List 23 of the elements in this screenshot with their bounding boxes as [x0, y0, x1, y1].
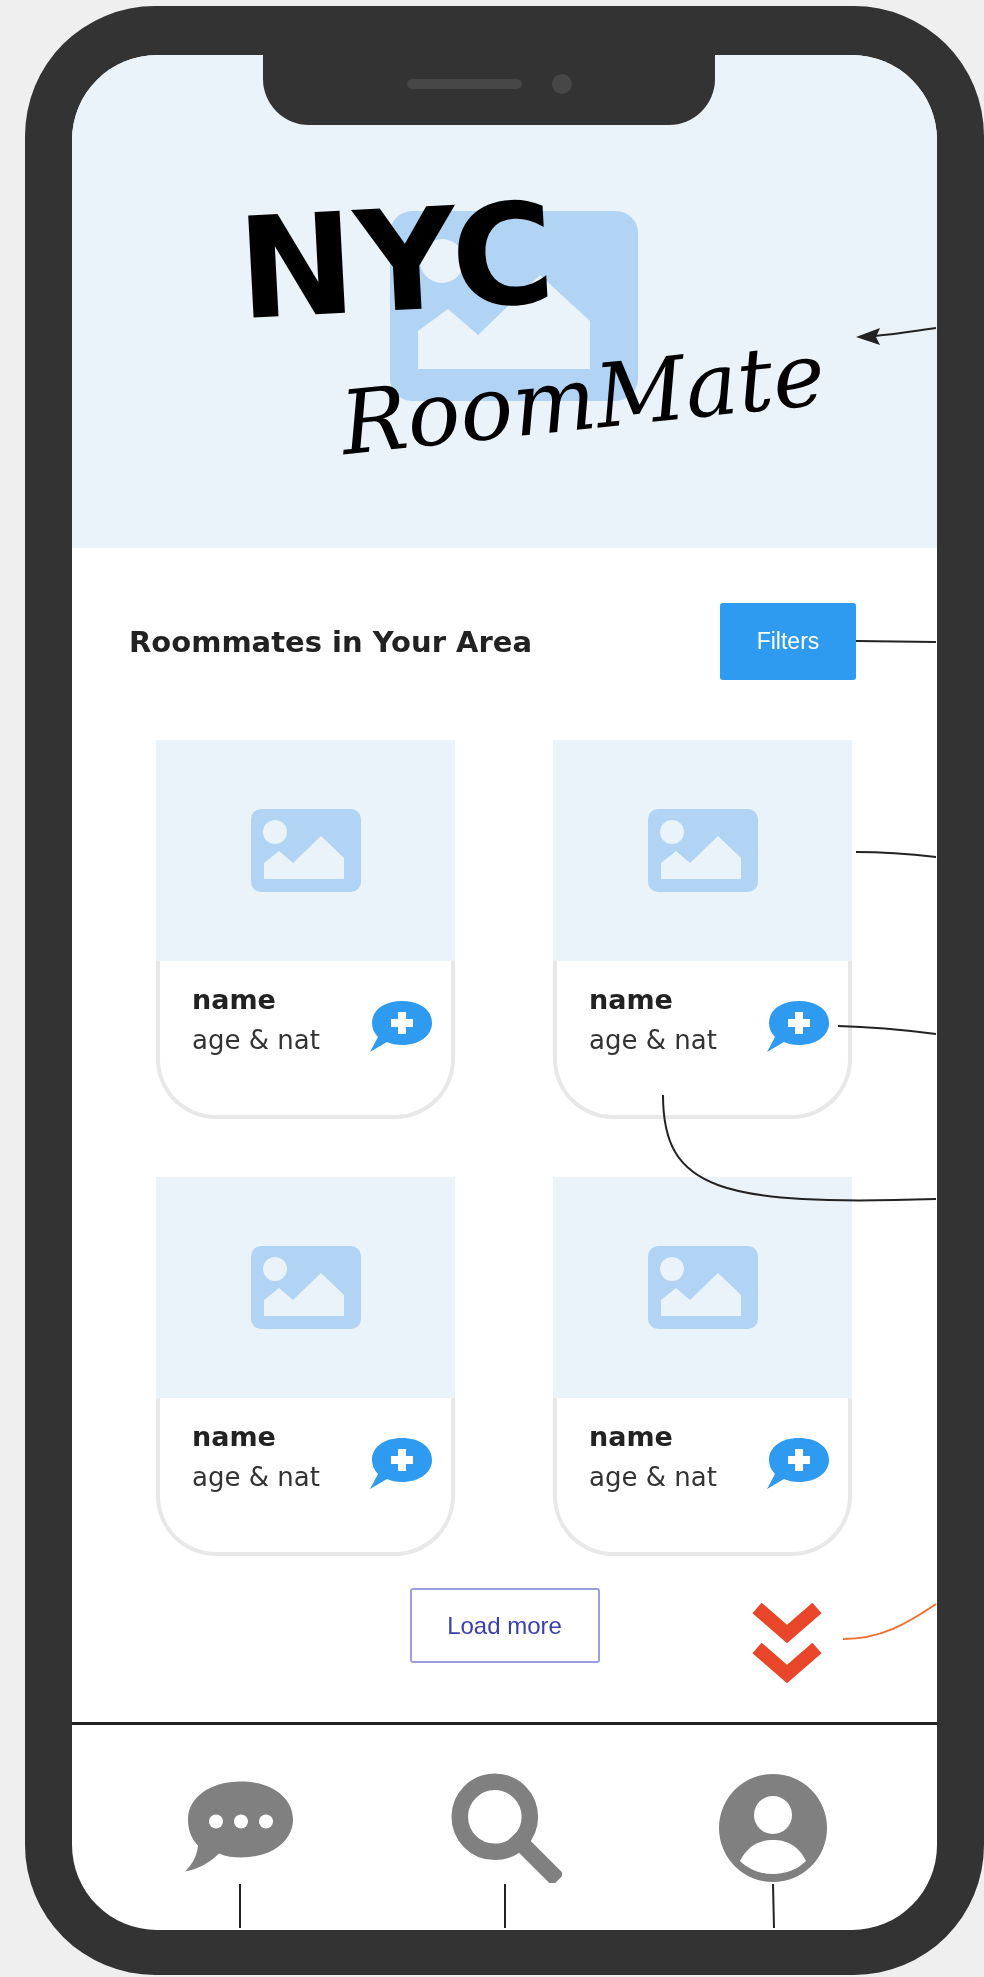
roommate-name: name	[192, 1420, 277, 1454]
leader-line	[504, 1883, 506, 1929]
roommate-details: age & nat	[589, 1461, 717, 1494]
chat-plus-icon[interactable]	[368, 1436, 433, 1490]
section-title: Roommates in Your Area	[129, 624, 533, 659]
roommate-name: name	[192, 983, 277, 1017]
profile-icon[interactable]	[717, 1772, 829, 1883]
roommate-details: age & nat	[192, 1024, 320, 1057]
image-placeholder-icon	[647, 1246, 758, 1329]
chat-plus-icon[interactable]	[765, 999, 830, 1053]
leader-line	[239, 1883, 241, 1929]
chat-plus-icon[interactable]	[368, 999, 433, 1053]
roommate-name: name	[589, 1420, 674, 1454]
image-placeholder-icon	[250, 1246, 361, 1329]
roommate-details: age & nat	[589, 1024, 717, 1057]
roommate-name: name	[589, 983, 674, 1017]
roommate-details: age & nat	[192, 1461, 320, 1494]
image-placeholder-icon	[647, 809, 758, 892]
chat-plus-icon[interactable]	[765, 1436, 830, 1490]
image-placeholder-icon	[250, 809, 361, 892]
load-more-button[interactable]: Load more	[409, 1588, 600, 1663]
leader-line	[772, 1883, 775, 1929]
search-icon[interactable]	[450, 1772, 562, 1883]
